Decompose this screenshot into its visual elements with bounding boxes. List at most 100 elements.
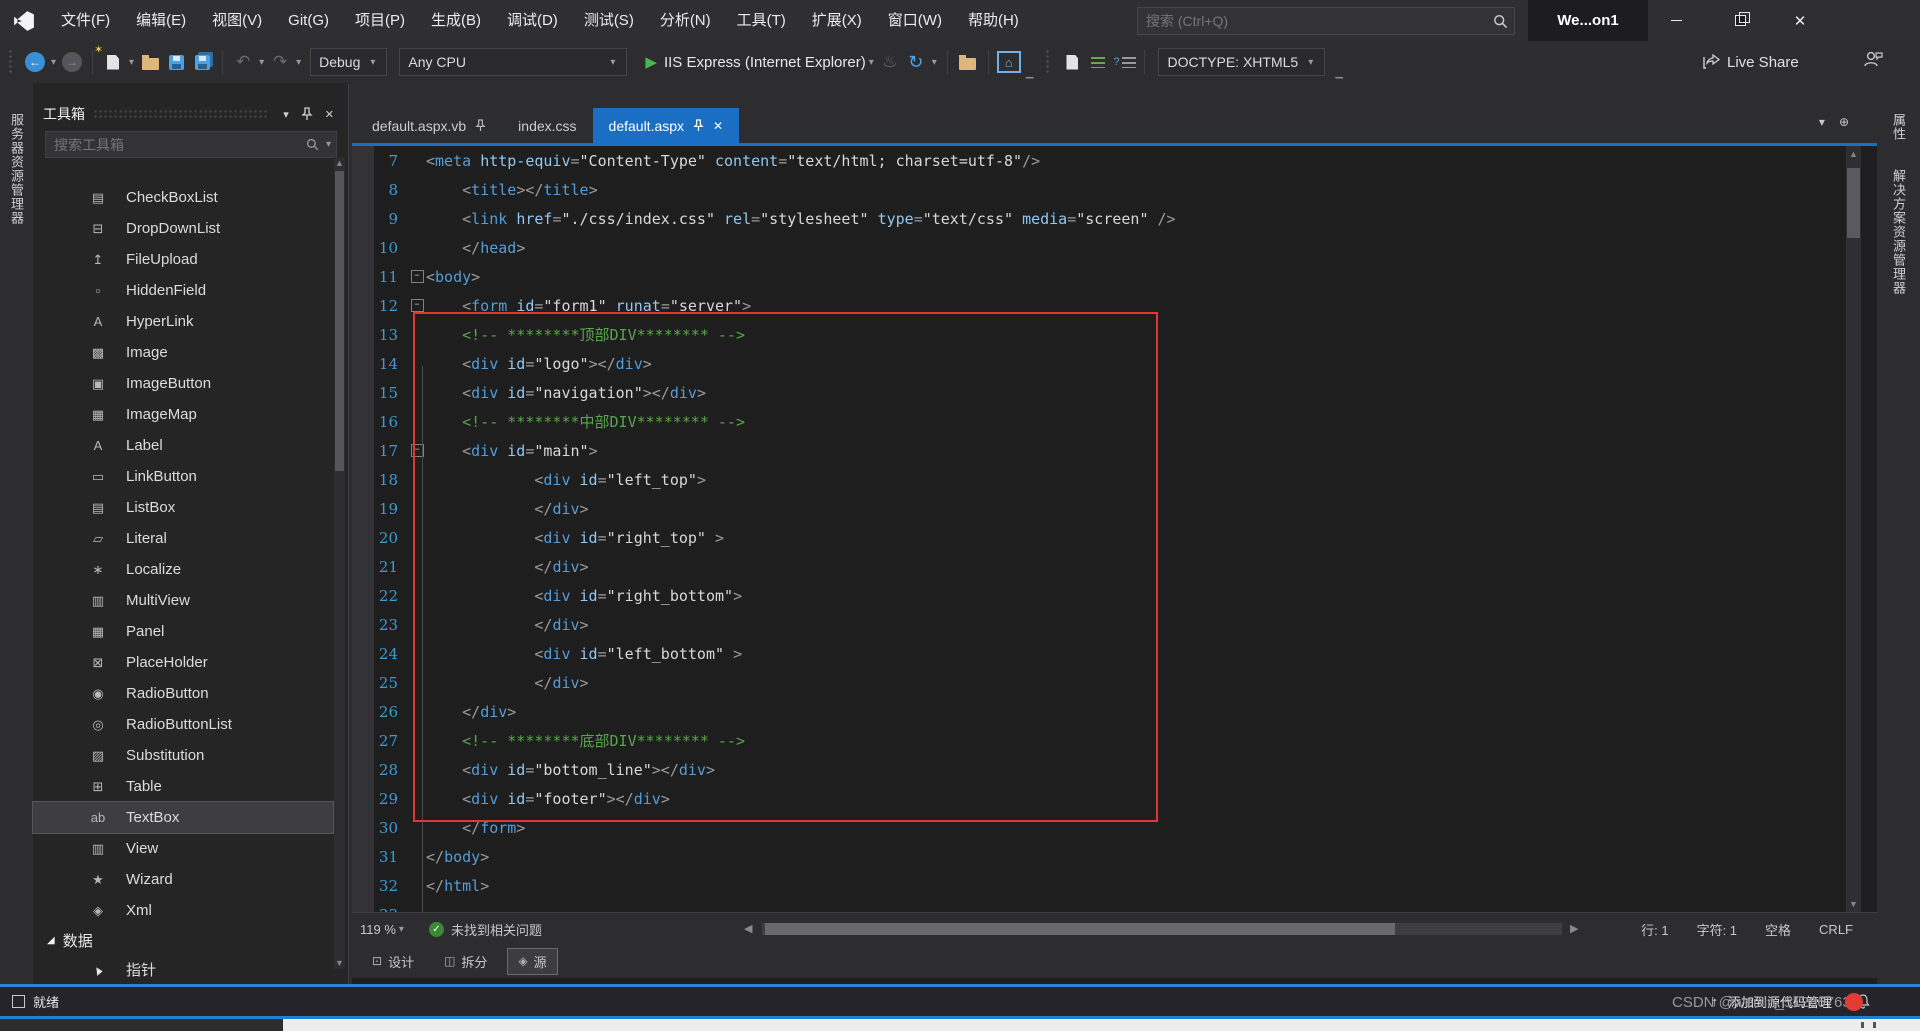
navigate-back-button[interactable]: ←	[22, 48, 48, 76]
view-tab-split[interactable]: ◫ 拆分	[434, 949, 497, 974]
toolbox-item-radiobuttonlist[interactable]: ◎RadioButtonList	[33, 709, 333, 740]
toolbox-scrollbar-thumb[interactable]	[335, 171, 344, 471]
tab-default-aspx[interactable]: default.aspx ✕	[593, 108, 740, 143]
toolbox-item-fileupload[interactable]: ↥FileUpload	[33, 244, 333, 275]
tab-list-chevron-icon[interactable]: ▾	[1819, 115, 1825, 129]
toolbox-item-placeholder[interactable]: ⊠PlaceHolder	[33, 647, 333, 678]
toolbox-item-panel[interactable]: ▦Panel	[33, 616, 333, 647]
code-line-9[interactable]: 9 <link href="./css/index.css" rel="styl…	[352, 204, 1842, 233]
menu-item[interactable]: 帮助(H)	[955, 12, 1032, 29]
solution-platform-dropdown[interactable]: Any CPU▾	[399, 48, 627, 76]
refresh-dropdown-icon[interactable]: ▾	[932, 57, 937, 68]
menu-item[interactable]: 工具(T)	[724, 12, 799, 29]
editor-scrollbar-thumb[interactable]	[1847, 168, 1860, 238]
save-all-button[interactable]	[189, 48, 215, 76]
toolbox-header[interactable]: 工具箱 ▾ ✕	[43, 101, 340, 127]
menu-item[interactable]: 调试(D)	[494, 12, 571, 29]
scroll-down-icon[interactable]: ▼	[1846, 899, 1861, 909]
format-selection-button[interactable]: ?	[1111, 48, 1137, 76]
toolbox-scrollbar[interactable]: ▲ ▼	[334, 157, 345, 969]
toolbox-item-view[interactable]: ▥View	[33, 833, 333, 864]
menu-item[interactable]: 编辑(E)	[123, 12, 199, 29]
code-line-31[interactable]: 31</body>	[352, 842, 1842, 871]
menu-item[interactable]: 视图(V)	[199, 12, 275, 29]
sidebar-tab-solution-explorer[interactable]: 解决方案资源管理器	[1889, 169, 1908, 295]
toolbox-item-dropdownlist[interactable]: ⊟DropDownList	[33, 213, 333, 244]
menu-item[interactable]: 文件(F)	[48, 12, 123, 29]
toolbox-item-label[interactable]: ALabel	[33, 430, 333, 461]
menu-item[interactable]: 生成(B)	[418, 12, 494, 29]
run-dropdown-icon[interactable]: ▾	[869, 57, 874, 68]
menu-item[interactable]: 扩展(X)	[799, 12, 875, 29]
view-tab-source[interactable]: ◈ 源	[507, 948, 557, 975]
find-in-files-button[interactable]	[955, 48, 981, 76]
close-window-button[interactable]: ✕	[1772, 0, 1828, 41]
fold-margin[interactable]: −	[408, 270, 426, 283]
tab-default-aspx-vb[interactable]: default.aspx.vb	[356, 108, 502, 143]
quick-search-box[interactable]	[1137, 7, 1515, 35]
back-dropdown-icon[interactable]: ▾	[51, 57, 56, 68]
menu-item[interactable]: 分析(N)	[647, 12, 724, 29]
overflow-indicator[interactable]: ▁	[1026, 68, 1034, 83]
toolbar-grip[interactable]	[8, 49, 14, 75]
chevron-down-icon[interactable]: ▾	[283, 108, 289, 121]
toolbox-item-hyperlink[interactable]: AHyperLink	[33, 306, 333, 337]
code-line-10[interactable]: 10 </head>	[352, 233, 1842, 262]
horizontal-scrollbar-thumb[interactable]	[765, 923, 1395, 935]
doctype-dropdown[interactable]: DOCTYPE: XHTML5▾	[1158, 48, 1325, 76]
close-tab-icon[interactable]: ✕	[713, 119, 723, 133]
menu-item[interactable]: 窗口(W)	[875, 12, 955, 29]
toolbox-item-substitution[interactable]: ▨Substitution	[33, 740, 333, 771]
hot-reload-icon[interactable]: ♨	[877, 48, 903, 76]
format-document-button[interactable]	[1085, 48, 1111, 76]
scroll-down-icon[interactable]: ▼	[334, 958, 345, 968]
code-line-11[interactable]: 11−<body>	[352, 262, 1842, 291]
toolbar-grip[interactable]	[1045, 49, 1051, 75]
toolbox-drag-texture[interactable]	[93, 109, 269, 119]
toolbox-item-imagebutton[interactable]: ▣ImageButton	[33, 368, 333, 399]
editor-options-icon[interactable]: ⊕	[1839, 115, 1849, 129]
open-file-button[interactable]	[137, 48, 163, 76]
sidebar-tab-properties[interactable]: 属性	[1889, 113, 1908, 141]
menu-item[interactable]: 测试(S)	[571, 12, 647, 29]
solution-configuration-dropdown[interactable]: Debug▾	[310, 48, 387, 76]
restore-button[interactable]	[1712, 0, 1768, 41]
scroll-up-icon[interactable]: ▲	[334, 158, 345, 168]
new-file-dropdown-icon[interactable]: ▾	[129, 57, 134, 68]
code-line-7[interactable]: 7<meta http-equiv="Content-Type" content…	[352, 146, 1842, 175]
collapse-region-icon[interactable]: −	[411, 299, 424, 312]
health-check-icon[interactable]: ✓	[429, 922, 444, 937]
scroll-left-icon[interactable]: ◀	[744, 922, 752, 935]
pin-icon[interactable]	[301, 107, 313, 121]
start-debugging-button[interactable]: ▶IIS Express (Internet Explorer)	[645, 48, 865, 76]
toolbox-item-checkboxlist[interactable]: ▤CheckBoxList	[33, 182, 333, 213]
close-panel-icon[interactable]: ✕	[325, 108, 334, 121]
overflow-indicator[interactable]: ▁	[1335, 68, 1343, 83]
code-line-32[interactable]: 32</html>	[352, 871, 1842, 900]
browse-with-button[interactable]: ⌂	[996, 48, 1022, 76]
feedback-person-icon[interactable]	[1862, 49, 1884, 69]
view-tab-design[interactable]: ⊡ 设计	[362, 949, 424, 974]
editor-horizontal-scrollbar[interactable]	[762, 923, 1562, 935]
toolbox-section-data[interactable]: ◢数据	[33, 926, 333, 954]
document-outline-button[interactable]	[1059, 48, 1085, 76]
toolbox-item-wizard[interactable]: ★Wizard	[33, 864, 333, 895]
redo-dropdown-icon[interactable]: ▾	[296, 57, 301, 68]
eol-indicator[interactable]: CRLF	[1819, 922, 1853, 937]
toolbox-item-literal[interactable]: ▱Literal	[33, 523, 333, 554]
menu-item[interactable]: 项目(P)	[342, 12, 418, 29]
refresh-button[interactable]: ↻	[903, 48, 929, 76]
toolbox-item-localize[interactable]: ∗Localize	[33, 554, 333, 585]
collapse-region-icon[interactable]: −	[411, 270, 424, 283]
toolbox-item-image[interactable]: ▩Image	[33, 337, 333, 368]
live-share-button[interactable]: Live Share	[1700, 41, 1799, 83]
search-input[interactable]	[1138, 13, 1493, 29]
toolbox-item-table[interactable]: ⊞Table	[33, 771, 333, 802]
tab-index-css[interactable]: index.css	[502, 108, 592, 143]
pin-icon[interactable]	[693, 119, 704, 132]
zoom-level-dropdown[interactable]: 119 % ▾	[360, 922, 407, 937]
toolbox-search-box[interactable]: ▾	[45, 131, 337, 158]
toolbox-search-input[interactable]	[46, 137, 306, 153]
minimize-button[interactable]	[1648, 0, 1704, 41]
toolbox-item-radiobutton[interactable]: ◉RadioButton	[33, 678, 333, 709]
